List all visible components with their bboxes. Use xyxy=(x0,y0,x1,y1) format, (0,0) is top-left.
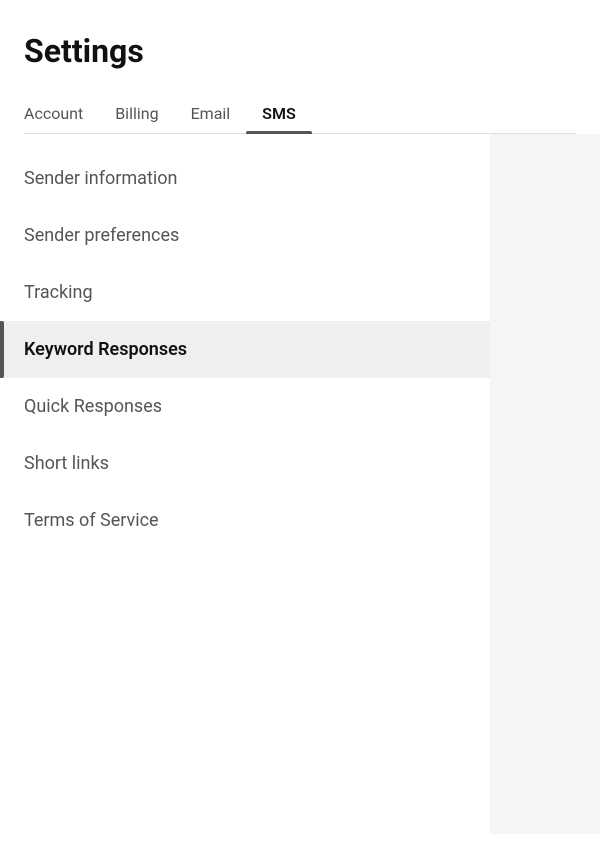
sidebar-item-sender-information[interactable]: Sender information xyxy=(0,150,490,207)
page-container: Settings Account Billing Email SMS Sende… xyxy=(0,0,600,848)
tab-billing[interactable]: Billing xyxy=(99,94,174,133)
sidebar-item-short-links[interactable]: Short links xyxy=(0,435,490,492)
sidebar-item-label: Keyword Responses xyxy=(24,339,187,360)
tab-account[interactable]: Account xyxy=(24,94,99,133)
sidebar-item-label: Short links xyxy=(24,453,109,474)
tab-sms[interactable]: SMS xyxy=(246,94,312,133)
content-area: Sender information Sender preferences Tr… xyxy=(0,134,600,834)
right-panel xyxy=(490,134,600,834)
sidebar-item-tracking[interactable]: Tracking xyxy=(0,264,490,321)
sidebar-item-quick-responses[interactable]: Quick Responses xyxy=(0,378,490,435)
sidebar-item-label: Quick Responses xyxy=(24,396,162,417)
sidebar-item-sender-preferences[interactable]: Sender preferences xyxy=(0,207,490,264)
tabs-nav: Account Billing Email SMS xyxy=(24,94,576,134)
header: Settings Account Billing Email SMS xyxy=(0,0,600,134)
sidebar-item-keyword-responses[interactable]: Keyword Responses xyxy=(0,321,490,378)
sidebar-item-terms-of-service[interactable]: Terms of Service xyxy=(0,492,490,549)
sidebar-item-label: Sender information xyxy=(24,168,177,189)
page-title: Settings xyxy=(24,32,576,70)
sidebar-item-label: Tracking xyxy=(24,282,93,303)
sidebar-item-label: Terms of Service xyxy=(24,510,159,531)
sidebar: Sender information Sender preferences Tr… xyxy=(0,134,490,834)
sidebar-item-label: Sender preferences xyxy=(24,225,179,246)
tab-email[interactable]: Email xyxy=(175,94,247,133)
